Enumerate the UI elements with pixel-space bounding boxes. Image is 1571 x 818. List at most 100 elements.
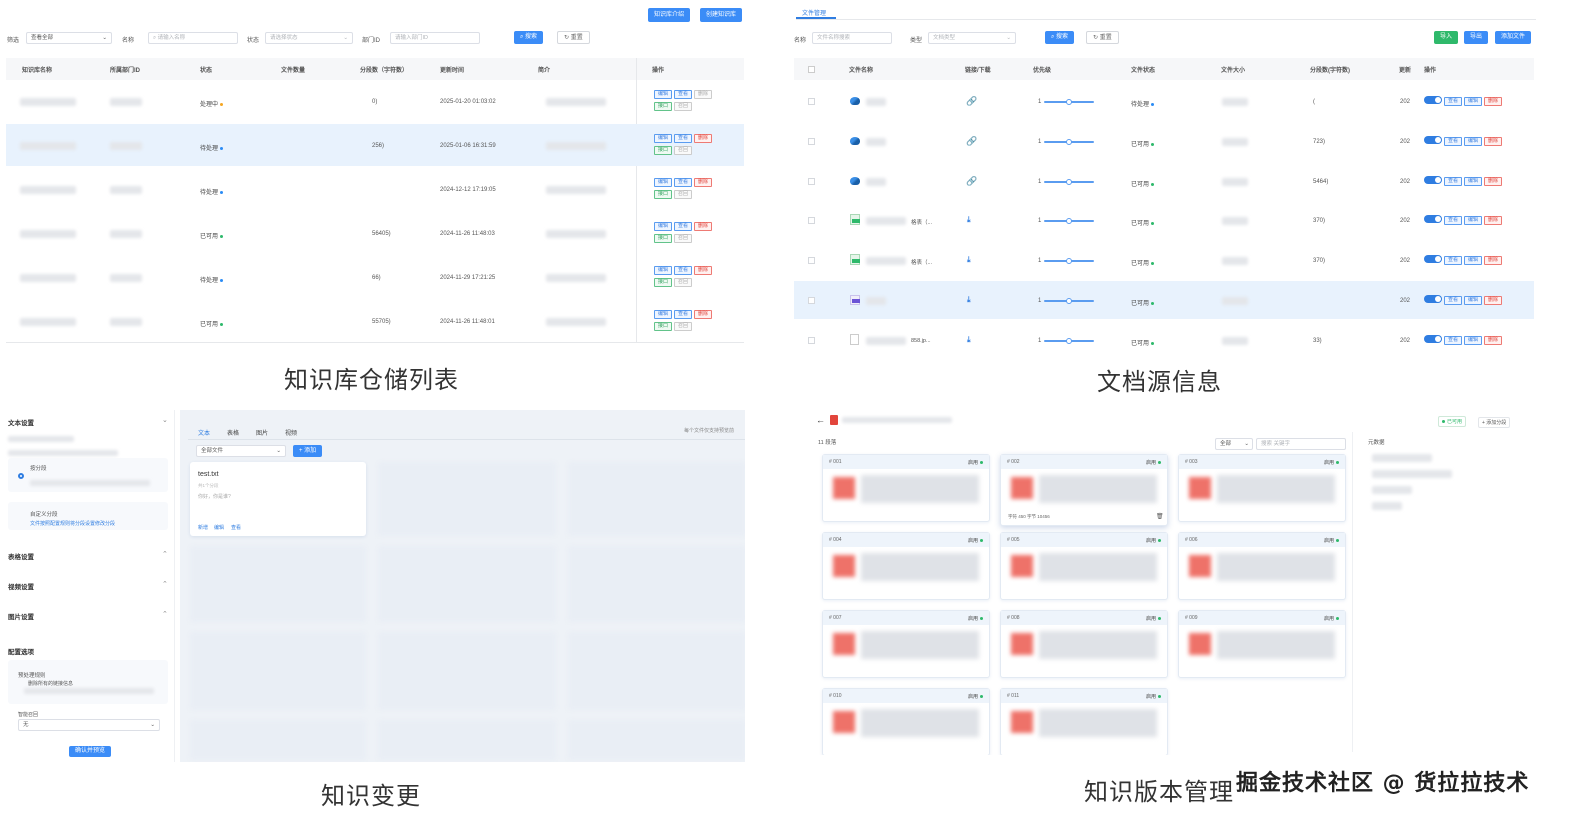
view-button[interactable]: 查看	[674, 266, 693, 275]
reset-button[interactable]: ↻ 重置	[557, 31, 590, 44]
download-icon[interactable]: ⤓	[967, 335, 971, 345]
edit-button[interactable]: 编辑	[1464, 176, 1483, 186]
add-segment-link[interactable]: + 添加分段	[1478, 417, 1511, 428]
search-button[interactable]: ⌕ 搜索	[514, 31, 544, 44]
chevron-up-icon[interactable]: ⌃	[162, 550, 168, 558]
delete-button[interactable]: 删除	[694, 90, 713, 99]
edit-button[interactable]: 编辑	[1464, 335, 1483, 345]
enable-toggle[interactable]	[1424, 136, 1442, 144]
import-button[interactable]: 导入	[1434, 31, 1459, 44]
priority-slider[interactable]	[1044, 99, 1094, 105]
segment-card[interactable]: # 008 启用	[1000, 610, 1168, 678]
priority-slider[interactable]	[1044, 338, 1094, 344]
segment-card[interactable]: # 004 启用	[822, 532, 990, 600]
view-button[interactable]: 查看	[674, 90, 693, 99]
api-button[interactable]: 接口	[654, 322, 673, 331]
slider-thumb[interactable]	[1066, 99, 1072, 105]
edit-button[interactable]: 编辑	[1464, 136, 1483, 146]
edit-button[interactable]: 编辑	[654, 134, 673, 143]
slider-thumb[interactable]	[1066, 139, 1072, 145]
delete-button[interactable]: 删除	[694, 178, 713, 187]
download-icon[interactable]: ⤓	[967, 215, 971, 225]
doc-reset-button[interactable]: ↻ 重置	[1086, 31, 1119, 44]
slider-thumb[interactable]	[1066, 338, 1072, 344]
delete-button[interactable]: 删除	[694, 222, 713, 231]
row-checkbox[interactable]	[808, 297, 815, 304]
delete-button[interactable]: 删除	[1484, 335, 1503, 345]
api-button[interactable]: 接口	[654, 102, 673, 111]
view-button[interactable]: 查看	[1444, 176, 1463, 186]
kb-intro-button[interactable]: 知识库介绍	[648, 8, 691, 22]
priority-slider[interactable]	[1044, 139, 1094, 145]
delete-button[interactable]: 删除	[1484, 96, 1503, 106]
recall-button[interactable]: 召回	[674, 190, 693, 199]
status-select[interactable]: 请选择状态 ⌄	[265, 32, 353, 44]
api-button[interactable]: 接口	[654, 146, 673, 155]
enable-toggle[interactable]	[1424, 96, 1442, 104]
segment-search-input[interactable]: 搜索 关键字	[1256, 438, 1346, 450]
delete-button[interactable]: 删除	[694, 134, 713, 143]
trash-icon[interactable]: 🗑	[1156, 513, 1164, 520]
filter-select[interactable]: 查看全部 ⌄	[26, 32, 112, 44]
delete-button[interactable]: 删除	[1484, 176, 1503, 186]
row-checkbox[interactable]	[808, 217, 815, 224]
edit-button[interactable]: 编辑	[654, 222, 673, 231]
link-icon[interactable]: 🔗	[966, 136, 977, 147]
enable-toggle[interactable]	[1424, 176, 1442, 184]
slider-thumb[interactable]	[1066, 258, 1072, 264]
tab-image[interactable]: 图片	[256, 428, 268, 437]
link-icon[interactable]: 🔗	[966, 96, 977, 107]
delete-button[interactable]: 删除	[1484, 295, 1503, 305]
view-button[interactable]: 查看	[674, 222, 693, 231]
recall-button[interactable]: 召回	[674, 234, 693, 243]
row-checkbox[interactable]	[808, 178, 815, 185]
tab-file-management[interactable]: 文件管理	[802, 8, 826, 17]
chevron-up-icon[interactable]: ⌃	[162, 580, 168, 588]
slider-thumb[interactable]	[1066, 218, 1072, 224]
view-button[interactable]: 查看	[674, 134, 693, 143]
edit-button[interactable]: 编辑	[654, 90, 673, 99]
view-button[interactable]: 查看	[674, 178, 693, 187]
chevron-up-icon[interactable]: ⌃	[162, 610, 168, 618]
view-button[interactable]: 查看	[1444, 255, 1463, 265]
segment-card[interactable]: # 006 启用	[1178, 532, 1346, 600]
segment-card[interactable]: # 011 启用	[1000, 688, 1168, 755]
delete-button[interactable]: 删除	[694, 310, 713, 319]
doc-type-select[interactable]: 文档类型 ⌄	[928, 32, 1016, 44]
recall-select[interactable]: 无 ⌄	[18, 719, 160, 731]
row-checkbox[interactable]	[808, 98, 815, 105]
priority-slider[interactable]	[1044, 298, 1094, 304]
recall-button[interactable]: 召回	[674, 278, 693, 287]
segment-card[interactable]: # 009 启用	[1178, 610, 1346, 678]
delete-button[interactable]: 删除	[694, 266, 713, 275]
recall-button[interactable]: 召回	[674, 146, 693, 155]
delete-button[interactable]: 删除	[1484, 136, 1503, 146]
add-file-button[interactable]: 添加文件	[1495, 31, 1532, 44]
segment-filter-select[interactable]: 全部 ⌄	[1215, 438, 1253, 450]
row-checkbox[interactable]	[808, 138, 815, 145]
link-icon[interactable]: 🔗	[966, 176, 977, 187]
edit-button[interactable]: 编辑	[1464, 255, 1483, 265]
priority-slider[interactable]	[1044, 179, 1094, 185]
view-button[interactable]: 查看	[1444, 295, 1463, 305]
name-input[interactable]: ⌕ 请输入名称	[148, 32, 238, 44]
recall-button[interactable]: 召回	[674, 322, 693, 331]
confirm-preview-button[interactable]: 确认并预览	[69, 746, 112, 757]
enable-toggle[interactable]	[1424, 335, 1442, 343]
edit-button[interactable]: 编辑	[1464, 295, 1483, 305]
tab-video[interactable]: 视频	[285, 428, 297, 437]
priority-slider[interactable]	[1044, 218, 1094, 224]
tab-table[interactable]: 表格	[227, 428, 239, 437]
api-button[interactable]: 接口	[654, 190, 673, 199]
enable-toggle[interactable]	[1424, 215, 1442, 223]
priority-slider[interactable]	[1044, 258, 1094, 264]
api-button[interactable]: 接口	[654, 278, 673, 287]
view-button[interactable]: 查看	[1444, 136, 1463, 146]
recall-button[interactable]: 召回	[674, 102, 693, 111]
segment-card[interactable]: # 007 启用	[822, 610, 990, 678]
edit-button[interactable]: 编辑	[1464, 215, 1483, 225]
row-checkbox[interactable]	[808, 337, 815, 344]
download-icon[interactable]: ⤓	[967, 295, 971, 305]
add-segment-button[interactable]: + 添加	[293, 445, 323, 457]
doc-name-input[interactable]: 文件名称搜索	[812, 32, 892, 44]
